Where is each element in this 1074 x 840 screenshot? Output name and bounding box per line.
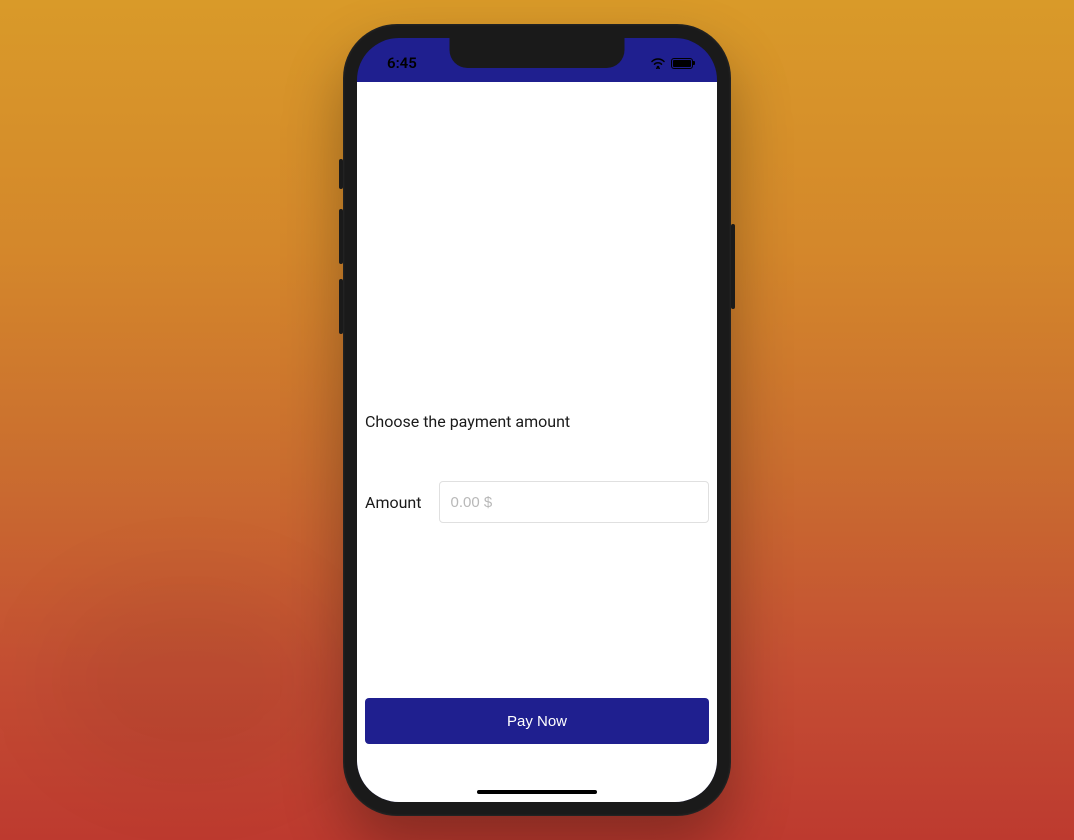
app-content: Choose the payment amount Amount Pay Now	[357, 82, 717, 802]
pay-now-button[interactable]: Pay Now	[365, 698, 709, 744]
battery-icon	[671, 58, 695, 69]
payment-instruction-text: Choose the payment amount	[365, 412, 709, 431]
power-button	[731, 224, 735, 309]
amount-label: Amount	[365, 493, 421, 512]
amount-input[interactable]	[439, 481, 709, 523]
status-indicators	[650, 51, 695, 69]
home-indicator[interactable]	[477, 790, 597, 794]
device-notch	[450, 38, 625, 68]
phone-screen: 6:45 Choose	[357, 38, 717, 802]
status-time: 6:45	[379, 48, 417, 72]
pay-button-label: Pay Now	[507, 713, 567, 730]
phone-device-frame: 6:45 Choose	[343, 24, 731, 816]
payment-form-section: Choose the payment amount Amount	[357, 412, 717, 523]
silence-switch	[339, 159, 343, 189]
amount-field-row: Amount	[365, 481, 709, 523]
volume-down-button	[339, 279, 343, 334]
volume-up-button	[339, 209, 343, 264]
wifi-icon	[650, 57, 666, 69]
background-shadow	[50, 580, 330, 780]
